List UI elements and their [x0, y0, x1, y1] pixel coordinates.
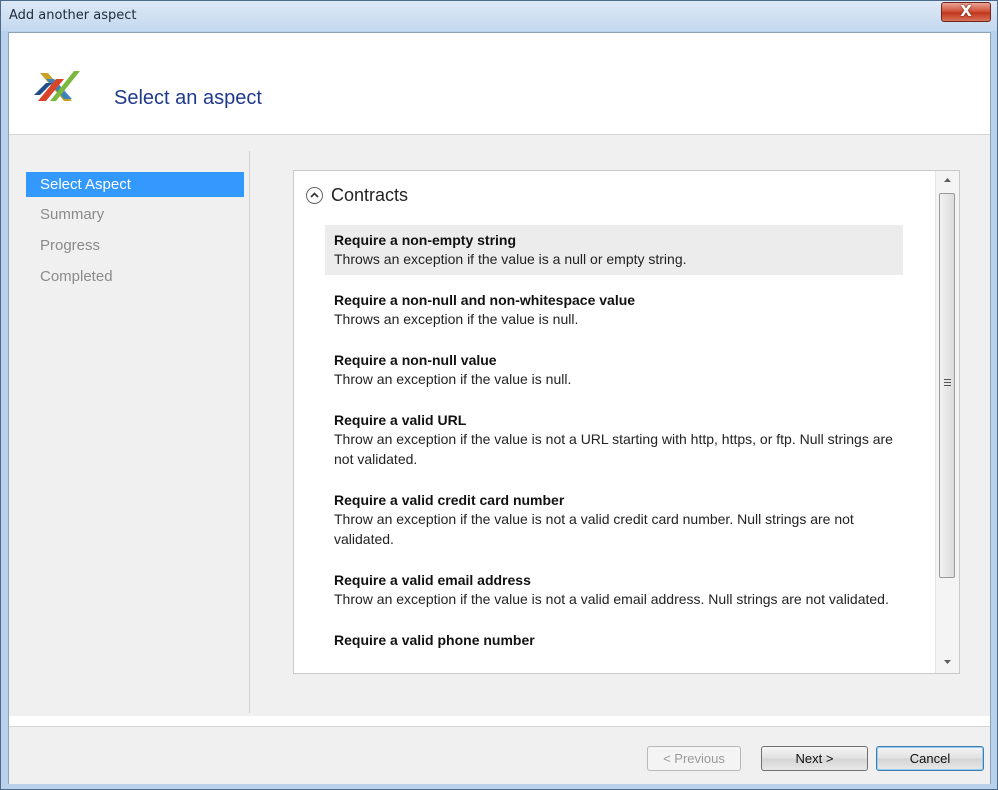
item-title: Require a non-null value: [334, 352, 497, 368]
title-bar[interactable]: Add another aspect X: [1, 1, 997, 31]
dialog-client: Select an aspect Select Aspect Summary P…: [8, 32, 991, 784]
item-title: Require a non-empty string: [334, 232, 517, 248]
item-title: Require a non-null and non-whitespace va…: [334, 292, 636, 308]
list-item[interactable]: Require a valid URL Throw an exception i…: [325, 405, 903, 475]
scroll-up-button[interactable]: [936, 171, 959, 191]
wizard-footer: < Previous Next > Cancel: [9, 726, 990, 784]
dialog-window: Add another aspect X Select an aspect Se…: [0, 0, 998, 790]
group-header[interactable]: Contracts: [306, 183, 408, 207]
step-progress[interactable]: Progress: [26, 233, 244, 259]
list-item[interactable]: Require a valid credit card number Throw…: [325, 485, 903, 555]
item-description: Throw an exception if the value is null.: [334, 371, 572, 387]
item-description: Throws an exception if the value is null…: [334, 311, 579, 327]
cancel-button[interactable]: Cancel: [876, 746, 984, 771]
list-item[interactable]: Require a non-null and non-whitespace va…: [325, 285, 903, 335]
vertical-scrollbar[interactable]: [935, 171, 959, 673]
item-description: Throw an exception if the value is not a…: [334, 591, 889, 607]
window-title: Add another aspect: [9, 8, 137, 23]
step-summary[interactable]: Summary: [26, 202, 244, 228]
item-title: Require a valid phone number: [334, 632, 535, 648]
scroll-down-button[interactable]: [936, 653, 959, 673]
step-completed[interactable]: Completed: [26, 264, 244, 290]
item-title: Require a valid email address: [334, 572, 531, 588]
page-title: Select an aspect: [114, 87, 262, 109]
grip-icon: [944, 379, 951, 388]
wizard-steps: Select Aspect Summary Progress Completed: [26, 172, 244, 295]
item-title: Require a valid URL: [334, 412, 467, 428]
item-description: Throw an exception if the value is not a…: [334, 511, 854, 547]
list-item[interactable]: Require a valid phone number: [325, 625, 903, 655]
postsharp-logo-icon: [34, 71, 80, 101]
wizard-header: Select an aspect: [9, 33, 990, 135]
collapse-icon[interactable]: [306, 186, 323, 204]
close-button[interactable]: X: [941, 2, 991, 22]
next-button[interactable]: Next >: [761, 746, 868, 771]
list-item[interactable]: Require a non-empty string Throws an exc…: [325, 225, 903, 275]
group-title: Contracts: [331, 184, 409, 205]
arrow-up-icon: [944, 178, 951, 182]
previous-button[interactable]: < Previous: [647, 746, 741, 771]
close-icon: X: [960, 2, 972, 20]
wizard-body: Select Aspect Summary Progress Completed…: [9, 135, 990, 716]
scroll-thumb[interactable]: [939, 193, 955, 578]
list-item[interactable]: Require a valid email address Throw an e…: [325, 565, 903, 615]
item-description: Throws an exception if the value is a nu…: [334, 251, 687, 267]
arrow-down-icon: [944, 660, 951, 664]
aspect-list-panel: Contracts Require a non-empty string Thr…: [293, 170, 960, 674]
vertical-divider: [249, 151, 250, 713]
item-description: Throw an exception if the value is not a…: [334, 431, 893, 467]
list-item[interactable]: Require a non-null value Throw an except…: [325, 345, 903, 395]
aspect-list: Require a non-empty string Throws an exc…: [325, 225, 903, 665]
step-select-aspect[interactable]: Select Aspect: [26, 172, 244, 197]
item-title: Require a valid credit card number: [334, 492, 565, 508]
